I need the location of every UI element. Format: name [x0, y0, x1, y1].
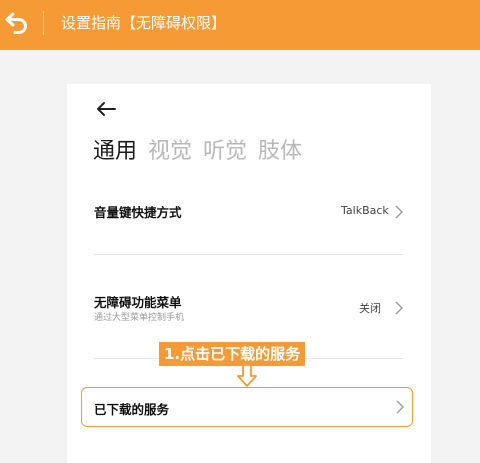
- top-bar: 设置指南【无障碍权限】: [0, 0, 480, 50]
- tab-vision[interactable]: 视觉: [148, 136, 192, 168]
- row-subtitle: 通过大型菜单控制手机: [94, 313, 185, 323]
- screen-back-button[interactable]: [94, 99, 118, 119]
- topbar-divider: [43, 11, 44, 35]
- category-tabs: 通用 视觉 听觉 肢体: [93, 136, 313, 168]
- tab-hearing[interactable]: 听觉: [203, 136, 247, 168]
- row-title: 已下载的服务: [94, 402, 170, 417]
- row-accessibility-menu[interactable]: 无障碍功能菜单 通过大型菜单控制手机 关闭: [67, 284, 431, 334]
- guide-step-label: 1.点击已下载的服务: [159, 342, 306, 366]
- return-arrow-icon: [5, 12, 27, 34]
- tab-general[interactable]: 通用: [93, 136, 137, 168]
- chevron-right-icon: [395, 301, 403, 315]
- row-title: 音量键快捷方式: [94, 205, 182, 220]
- row-volume-key-shortcut[interactable]: 音量键快捷方式 TalkBack: [67, 188, 431, 248]
- back-button[interactable]: [3, 8, 31, 36]
- tab-motor[interactable]: 肢体: [258, 136, 302, 168]
- page-title: 设置指南【无障碍权限】: [61, 14, 227, 32]
- row-value: 关闭: [359, 302, 381, 315]
- down-arrow-icon: [237, 364, 257, 387]
- divider: [94, 254, 403, 255]
- row-title: 无障碍功能菜单: [94, 295, 182, 310]
- left-arrow-icon: [97, 102, 116, 116]
- row-downloaded-services[interactable]: 已下载的服务: [81, 387, 413, 427]
- row-value: TalkBack: [341, 204, 389, 217]
- chevron-right-icon: [395, 205, 403, 219]
- chevron-right-icon: [396, 400, 404, 414]
